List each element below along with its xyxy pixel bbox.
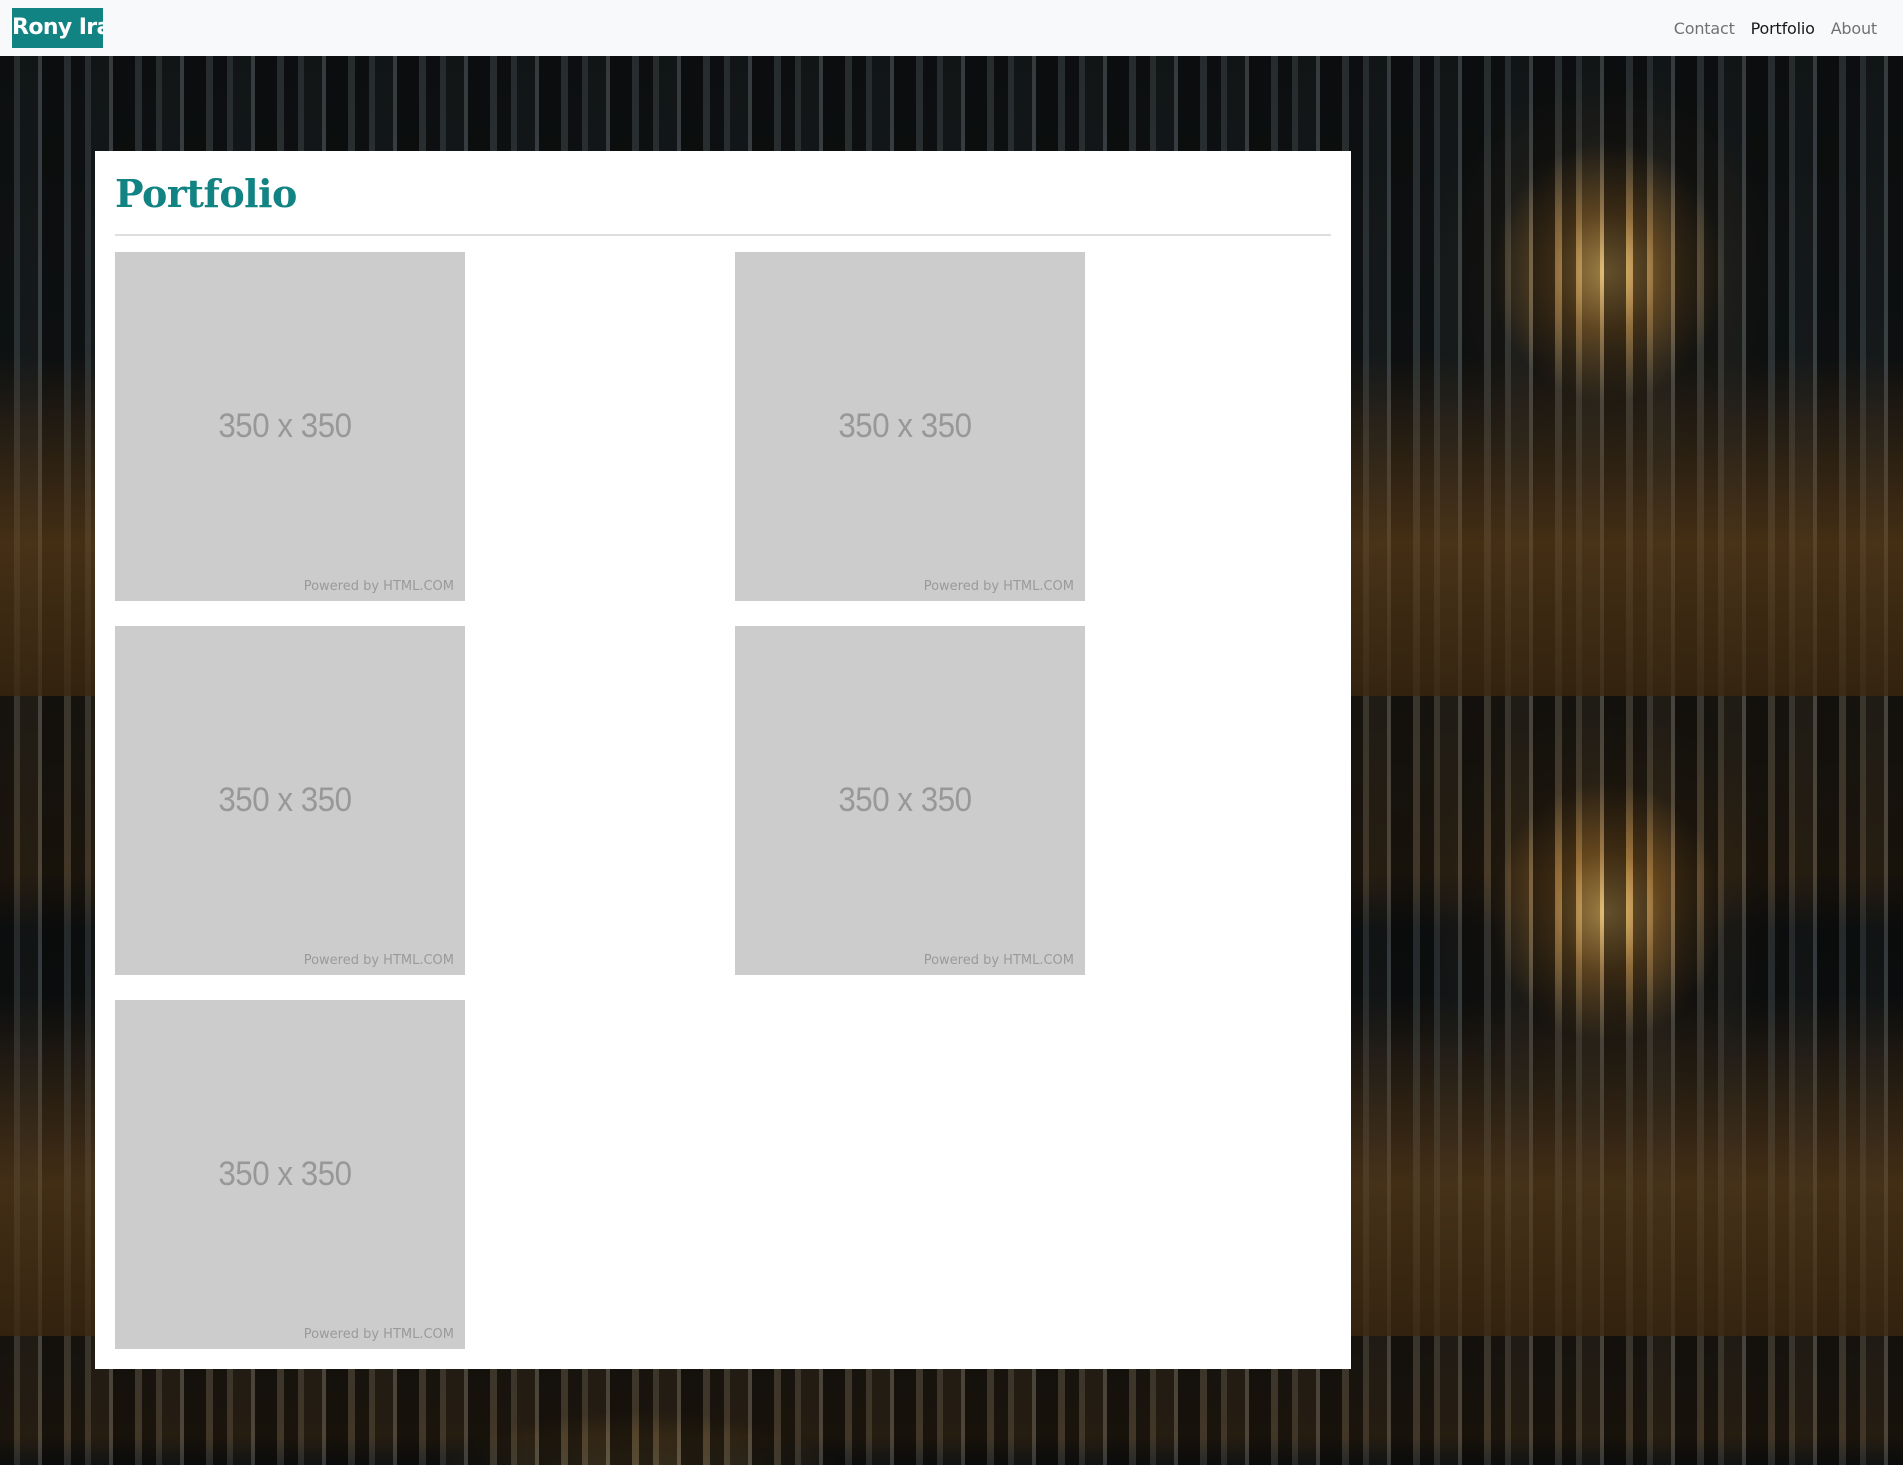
placeholder-size-label: 350 x 350: [218, 1155, 352, 1193]
nav-link-contact[interactable]: Contact: [1666, 19, 1743, 38]
brand-logo-link[interactable]: Rony Iraq: [12, 8, 103, 48]
placeholder-size-label: 350 x 350: [838, 781, 972, 819]
placeholder-size-label: 350 x 350: [218, 407, 352, 445]
portfolio-card: Portfolio 350 x 350 Powered by HTML.COM …: [95, 151, 1351, 1369]
page-title: Portfolio: [115, 171, 297, 216]
top-navbar: Rony Iraq Contact Portfolio About: [0, 0, 1903, 56]
portfolio-placeholder-image: 350 x 350 Powered by HTML.COM: [735, 252, 1085, 601]
portfolio-placeholder-image: 350 x 350 Powered by HTML.COM: [735, 626, 1085, 975]
portfolio-placeholder-image: 350 x 350 Powered by HTML.COM: [115, 626, 465, 975]
placeholder-credit: Powered by HTML.COM: [923, 953, 1074, 968]
nav-link-about[interactable]: About: [1823, 19, 1885, 38]
portfolio-placeholder-image: 350 x 350 Powered by HTML.COM: [115, 1000, 465, 1349]
placeholder-size-label: 350 x 350: [218, 781, 352, 819]
portfolio-grid: 350 x 350 Powered by HTML.COM 350 x 350 …: [115, 252, 1331, 1349]
placeholder-credit: Powered by HTML.COM: [303, 953, 454, 968]
placeholder-credit: Powered by HTML.COM: [303, 1327, 454, 1342]
portfolio-placeholder-image: 350 x 350 Powered by HTML.COM: [115, 252, 465, 601]
placeholder-size-label: 350 x 350: [838, 407, 972, 445]
placeholder-credit: Powered by HTML.COM: [923, 579, 1074, 594]
nav-links: Contact Portfolio About: [1666, 0, 1885, 56]
placeholder-credit: Powered by HTML.COM: [303, 579, 454, 594]
nav-link-portfolio[interactable]: Portfolio: [1743, 19, 1823, 38]
title-divider: [115, 234, 1331, 236]
